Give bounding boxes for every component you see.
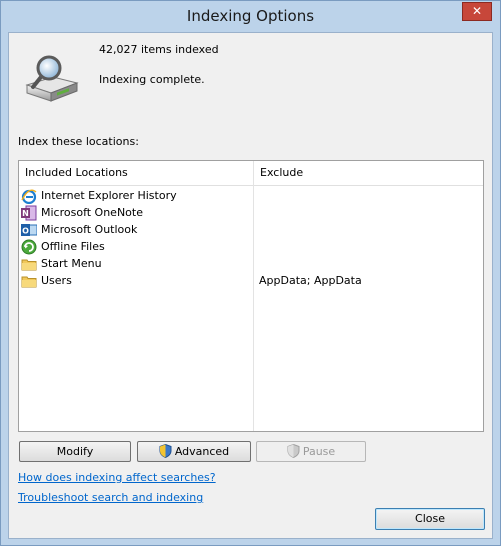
svg-text:N: N	[22, 209, 29, 218]
location-name: Start Menu	[41, 257, 102, 270]
table-row[interactable]: Internet Explorer History	[21, 188, 481, 205]
onenote-icon: N	[21, 205, 37, 221]
advanced-button-label: Advanced	[174, 445, 230, 458]
section-label: Index these locations:	[18, 135, 139, 148]
troubleshoot-link[interactable]: Troubleshoot search and indexing	[18, 491, 203, 504]
uac-shield-icon	[287, 444, 300, 458]
indexing-options-window: Indexing Options ✕ 42,027 items indexed …	[0, 0, 501, 546]
exclude-value: AppData; AppData	[259, 274, 362, 287]
indexing-status: Indexing complete.	[99, 73, 205, 86]
outlook-icon: O	[21, 224, 37, 236]
table-row[interactable]: Offline Files	[21, 239, 481, 256]
uac-shield-icon	[159, 444, 172, 458]
location-name: Internet Explorer History	[41, 189, 177, 202]
table-row[interactable]: Start Menu	[21, 256, 481, 273]
help-link[interactable]: How does indexing affect searches?	[18, 471, 216, 484]
close-button[interactable]: Close	[375, 508, 485, 530]
items-indexed-count: 42,027 items indexed	[99, 43, 219, 56]
pause-button[interactable]: Pause	[256, 441, 366, 462]
indexing-magnifier-icon	[25, 55, 79, 102]
advanced-button[interactable]: Advanced	[137, 441, 251, 462]
window-close-icon[interactable]: ✕	[462, 2, 492, 21]
location-name: Microsoft Outlook	[41, 223, 138, 236]
table-row[interactable]: Users AppData; AppData	[21, 273, 481, 290]
table-row[interactable]: N Microsoft OneNote	[21, 205, 481, 222]
svg-text:O: O	[22, 227, 29, 236]
modify-button[interactable]: Modify	[19, 441, 131, 462]
column-header-exclude[interactable]: Exclude	[254, 161, 483, 186]
title-bar[interactable]: Indexing Options ✕	[1, 1, 500, 32]
location-name: Microsoft OneNote	[41, 206, 143, 219]
pause-button-label: Pause	[302, 445, 336, 458]
offline-files-icon	[21, 239, 37, 255]
locations-list[interactable]: Included Locations Exclude Internet Expl…	[18, 160, 484, 432]
column-header-included[interactable]: Included Locations	[19, 161, 253, 186]
internet-explorer-icon	[21, 189, 37, 204]
table-row[interactable]: O Microsoft Outlook	[21, 222, 481, 239]
folder-icon	[21, 259, 37, 271]
window-title: Indexing Options	[186, 7, 315, 25]
location-name: Users	[41, 274, 72, 287]
dialog-content: 42,027 items indexed Indexing complete. …	[8, 32, 493, 539]
location-name: Offline Files	[41, 240, 105, 253]
folder-icon	[21, 276, 37, 288]
